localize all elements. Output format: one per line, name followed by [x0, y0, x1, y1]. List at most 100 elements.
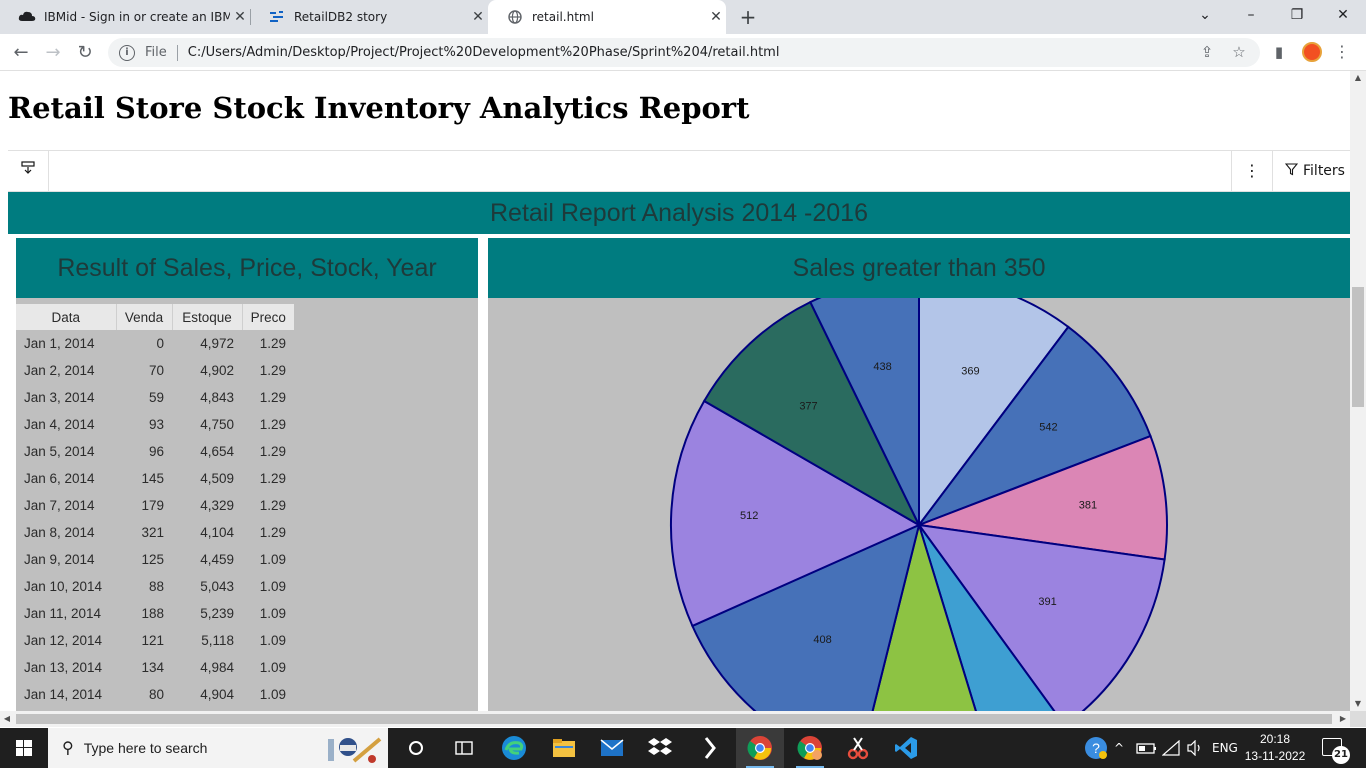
- cell-venda: 321: [141, 525, 164, 540]
- battery-icon[interactable]: [1136, 728, 1158, 768]
- task-view-icon[interactable]: [392, 728, 440, 768]
- widgets-icon[interactable]: [440, 728, 488, 768]
- close-tab-icon[interactable]: ✕: [468, 9, 488, 25]
- cell-preco: 1.09: [259, 579, 286, 594]
- cell-preco: 1.29: [259, 471, 286, 486]
- table-row[interactable]: Jan 1, 2014 0 4,972 1.29: [16, 330, 294, 357]
- tab-search-icon[interactable]: ⌄: [1182, 0, 1228, 34]
- horizontal-scrollbar[interactable]: ◀ ▶: [0, 711, 1350, 727]
- column-header-estoque[interactable]: Estoque: [172, 304, 243, 330]
- tab-ibmid[interactable]: IBMid - Sign in or create an IBMid ✕: [0, 0, 250, 34]
- info-icon[interactable]: i: [119, 44, 135, 61]
- new-tab-button[interactable]: +: [736, 5, 760, 29]
- close-window-icon[interactable]: ✕: [1320, 0, 1366, 34]
- scroll-down-icon[interactable]: ▼: [1350, 697, 1366, 711]
- close-tab-icon[interactable]: ✕: [230, 9, 250, 25]
- cell-venda: 59: [148, 390, 164, 405]
- share-icon[interactable]: ⇪: [1196, 41, 1218, 63]
- cell-estoque: 4,904: [200, 687, 234, 702]
- sales-pie-chart[interactable]: 369 542 381 391 408 512 377 438: [488, 298, 1350, 711]
- embed-toolbar: ⋮ Filters: [8, 150, 1350, 192]
- pie-slice-label: 369: [961, 365, 979, 377]
- mail-icon[interactable]: [588, 728, 636, 768]
- start-button[interactable]: [0, 728, 48, 768]
- tab-retail-html[interactable]: retail.html ✕: [488, 0, 726, 34]
- column-header-preco[interactable]: Preco: [242, 304, 294, 330]
- back-icon[interactable]: ←: [8, 40, 34, 66]
- filter-icon: [1284, 162, 1299, 180]
- scroll-left-icon[interactable]: ◀: [0, 711, 14, 727]
- filters-button[interactable]: Filters: [1272, 151, 1350, 191]
- dashboard: Retail Report Analysis 2014 -2016 Result…: [8, 192, 1350, 711]
- table-row[interactable]: Jan 6, 2014 145 4,509 1.29: [16, 465, 294, 492]
- cell-preco: 1.29: [259, 390, 286, 405]
- bookmark-star-icon[interactable]: ☆: [1228, 41, 1250, 63]
- tab-retaildb2-story[interactable]: RetailDB2 story ✕: [250, 0, 488, 34]
- volume-icon[interactable]: [1186, 728, 1204, 768]
- cell-data: Jan 8, 2014: [24, 525, 95, 540]
- power-automate-icon[interactable]: [686, 728, 734, 768]
- snipping-tool-icon[interactable]: [834, 728, 882, 768]
- wifi-icon[interactable]: [1162, 728, 1180, 768]
- language-indicator[interactable]: ENG: [1212, 728, 1238, 768]
- cell-data: Jan 6, 2014: [24, 471, 95, 486]
- cell-data: Jan 13, 2014: [24, 660, 103, 675]
- table-row[interactable]: Jan 7, 2014 179 4,329 1.29: [16, 492, 294, 519]
- table-row[interactable]: Jan 2, 2014 70 4,902 1.29: [16, 357, 294, 384]
- panel-title: Result of Sales, Price, Stock, Year: [16, 238, 478, 298]
- help-icon[interactable]: ?: [1084, 728, 1108, 768]
- column-header-venda[interactable]: Venda: [116, 304, 173, 330]
- edge-icon[interactable]: [490, 728, 538, 768]
- cell-data: Jan 12, 2014: [24, 633, 103, 648]
- scroll-thumb[interactable]: [16, 714, 1332, 724]
- cell-data: Jan 10, 2014: [24, 579, 103, 594]
- dashboard-header: Retail Report Analysis 2014 -2016: [8, 192, 1350, 234]
- forward-icon[interactable]: →: [40, 40, 66, 66]
- chrome-icon[interactable]: [736, 728, 784, 768]
- clock-date: 13-11-2022: [1244, 749, 1306, 763]
- profile-avatar[interactable]: [1302, 42, 1322, 62]
- clock[interactable]: 20:18 13-11-2022: [1240, 731, 1310, 765]
- table-row[interactable]: Jan 9, 2014 125 4,459 1.09: [16, 546, 294, 573]
- table-row[interactable]: Jan 14, 2014 80 4,904 1.09: [16, 681, 294, 708]
- scroll-thumb[interactable]: [1352, 287, 1364, 407]
- table-row[interactable]: Jan 10, 2014 88 5,043 1.09: [16, 573, 294, 600]
- table-row[interactable]: Jan 11, 2014 188 5,239 1.09: [16, 600, 294, 627]
- table-row[interactable]: Jan 3, 2014 59 4,843 1.29: [16, 384, 294, 411]
- vscode-icon[interactable]: [882, 728, 930, 768]
- cell-estoque: 4,459: [200, 552, 234, 567]
- table-row[interactable]: Jan 13, 2014 134 4,984 1.09: [16, 654, 294, 681]
- cell-estoque: 4,843: [200, 390, 234, 405]
- cell-preco: 1.29: [259, 363, 286, 378]
- minimize-icon[interactable]: –: [1228, 0, 1274, 34]
- dropbox-icon[interactable]: [636, 728, 684, 768]
- column-header-data[interactable]: Data: [16, 304, 117, 330]
- toggle-panel-icon[interactable]: [8, 151, 49, 191]
- table-row[interactable]: Jan 5, 2014 96 4,654 1.29: [16, 438, 294, 465]
- windows-logo-icon: [16, 740, 32, 756]
- restore-icon[interactable]: ❐: [1274, 0, 1320, 34]
- protocol-label: File: [145, 45, 167, 60]
- taskbar-search[interactable]: ⚲ Type here to search: [48, 728, 388, 768]
- cell-preco: 1.09: [259, 687, 286, 702]
- table-row[interactable]: Jan 4, 2014 93 4,750 1.29: [16, 411, 294, 438]
- chrome-profile-icon[interactable]: [786, 728, 834, 768]
- show-hidden-icons[interactable]: ^: [1114, 728, 1124, 768]
- address-bar[interactable]: i File C:/Users/Admin/Desktop/Project/Pr…: [108, 38, 1260, 67]
- cell-estoque: 4,104: [200, 525, 234, 540]
- reload-icon[interactable]: ↻: [72, 40, 98, 66]
- vertical-scrollbar[interactable]: ▲ ▼: [1350, 71, 1366, 711]
- more-options-icon[interactable]: ⋮: [1231, 151, 1272, 191]
- url-text[interactable]: C:/Users/Admin/Desktop/Project/Project%2…: [188, 45, 1260, 60]
- browser-menu-icon[interactable]: ⋮: [1334, 40, 1350, 64]
- scroll-up-icon[interactable]: ▲: [1350, 71, 1366, 85]
- close-tab-icon[interactable]: ✕: [706, 9, 726, 25]
- side-panel-icon[interactable]: ▮: [1268, 41, 1290, 63]
- cognos-story-icon: [268, 9, 286, 25]
- file-explorer-icon[interactable]: [540, 728, 588, 768]
- cell-data: Jan 7, 2014: [24, 498, 95, 513]
- scroll-right-icon[interactable]: ▶: [1336, 711, 1350, 727]
- clock-time: 20:18: [1259, 732, 1291, 746]
- table-row[interactable]: Jan 12, 2014 121 5,118 1.09: [16, 627, 294, 654]
- table-row[interactable]: Jan 8, 2014 321 4,104 1.29: [16, 519, 294, 546]
